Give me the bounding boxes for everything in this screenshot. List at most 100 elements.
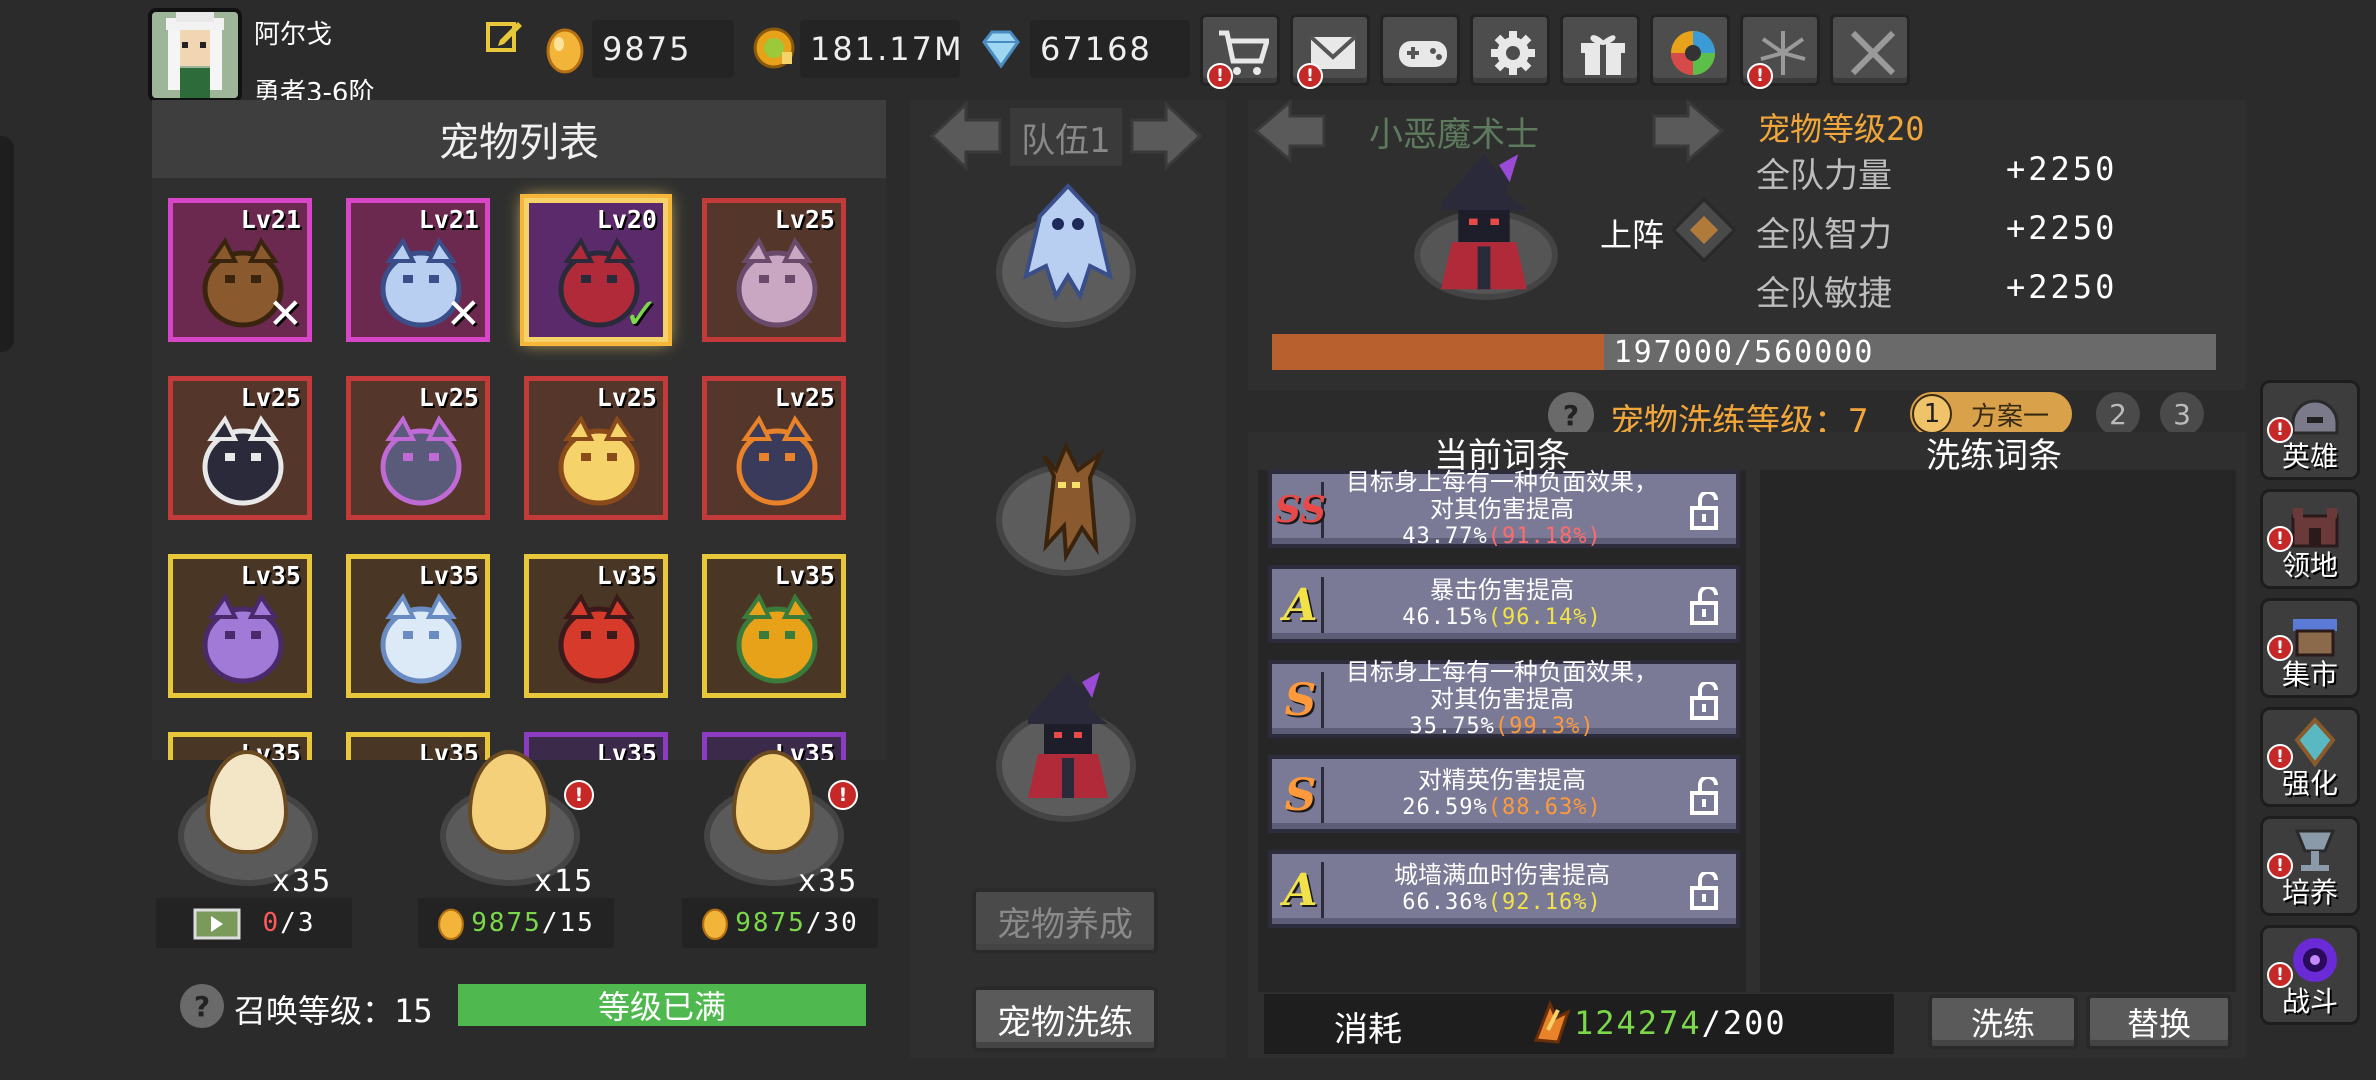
entry-text: 对精英伤害提高 26.59%(88.63%) bbox=[1330, 759, 1674, 829]
side-nav-helmet[interactable]: ! 英雄 bbox=[2260, 380, 2360, 480]
unlock-icon[interactable] bbox=[1688, 777, 1724, 815]
team-title: 队伍1 bbox=[1010, 108, 1122, 166]
pet-slot[interactable]: Lv35 bbox=[524, 732, 668, 760]
pet-slot[interactable]: Lv35 bbox=[702, 554, 846, 698]
refine-entry[interactable]: A 城墙满血时伤害提高 66.36%(92.16%) bbox=[1268, 850, 1740, 928]
pet-refine-tab-button[interactable]: 宠物洗练 bbox=[972, 986, 1158, 1052]
gamepad-button[interactable] bbox=[1380, 14, 1460, 86]
pet-upgrade-button[interactable]: 宠物养成 bbox=[972, 888, 1158, 954]
pet-slot[interactable]: Lv35 bbox=[346, 554, 490, 698]
summon-level-value: 15 bbox=[394, 992, 433, 1030]
entry-value: 46.15%(96.14%) bbox=[1402, 605, 1602, 630]
pet-level: Lv20 bbox=[596, 205, 657, 234]
entry-text: 目标身上每有一种负面效果， 对其伤害提高 43.77%(91.18%) bbox=[1330, 468, 1674, 549]
cost-amount: 124274/200 bbox=[1574, 1004, 1787, 1042]
pet-level: Lv35 bbox=[240, 561, 301, 590]
pet-level: Lv35 bbox=[596, 739, 657, 760]
treant-icon bbox=[1042, 441, 1105, 563]
side-nav-castle[interactable]: ! 领地 bbox=[2260, 489, 2360, 589]
plan-tab-2[interactable]: 2 bbox=[2096, 392, 2140, 436]
side-nav-chalice[interactable]: ! 培养 bbox=[2260, 816, 2360, 916]
deployed-check-icon: ✓ bbox=[623, 289, 659, 338]
detail-next-arrow-icon[interactable] bbox=[1648, 96, 1728, 166]
edit-icon[interactable] bbox=[484, 16, 524, 56]
crossed-swords-icon bbox=[1850, 30, 1896, 76]
side-nav-label: 战斗 bbox=[2281, 985, 2338, 1018]
unlock-icon[interactable] bbox=[1688, 872, 1724, 910]
unlock-icon[interactable] bbox=[1688, 492, 1724, 530]
side-nav-portal[interactable]: ! 战斗 bbox=[2260, 925, 2360, 1025]
gem-amount: 67168 bbox=[1030, 20, 1190, 78]
shop-button[interactable]: ! bbox=[1200, 14, 1280, 89]
team-prev-arrow-icon[interactable] bbox=[926, 98, 1006, 174]
refine-entry[interactable]: S 目标身上每有一种负面效果， 对其伤害提高 35.75%(99.3%) bbox=[1268, 658, 1740, 739]
refine-entry[interactable]: A 暴击伤害提高 46.15%(96.14%) bbox=[1268, 565, 1740, 643]
imp-magician-icon bbox=[1028, 672, 1108, 798]
settings-button[interactable] bbox=[1470, 14, 1550, 86]
new-entries-list bbox=[1760, 470, 2236, 992]
gear-icon bbox=[1491, 31, 1535, 75]
pet-grid[interactable]: Lv21 ✕ Lv21 ✕ Lv20 ✓ Lv25 Lv25 Lv25 Lv25 Lv25 Lv35 L… bbox=[152, 178, 886, 760]
unlock-icon[interactable] bbox=[1688, 587, 1724, 625]
bat-icon bbox=[736, 237, 818, 328]
pet-slot[interactable]: Lv21 ✕ bbox=[346, 198, 490, 342]
detail-prev-arrow-icon[interactable] bbox=[1250, 96, 1330, 166]
pet-slot[interactable]: Lv25 bbox=[702, 198, 846, 342]
detail-imp-magician-icon bbox=[1441, 154, 1527, 290]
pet-slot[interactable]: Lv21 ✕ bbox=[168, 198, 312, 342]
dark-bat-icon bbox=[736, 415, 818, 506]
refine-button[interactable]: 洗练 bbox=[1928, 994, 2078, 1050]
exp-bar: 197000/560000 bbox=[1272, 334, 2216, 370]
pet-slot[interactable]: Lv35 bbox=[168, 554, 312, 698]
refine-entry[interactable]: S 对精英伤害提高 26.59%(88.63%) bbox=[1268, 755, 1740, 833]
pet-level: Lv21 bbox=[418, 205, 479, 234]
egg-cost: 9875/30 bbox=[682, 898, 878, 948]
left-edge-handle[interactable] bbox=[0, 136, 14, 352]
gold-egg-icon bbox=[438, 908, 465, 941]
replace-button[interactable]: 替换 bbox=[2086, 994, 2232, 1050]
player-avatar[interactable] bbox=[148, 8, 242, 102]
summon-help-icon[interactable]: ? bbox=[180, 984, 224, 1028]
exp-text: 197000/560000 bbox=[1613, 334, 1875, 370]
not-deployed-x-icon: ✕ bbox=[445, 289, 481, 338]
cost-label: 消耗 bbox=[1334, 1010, 1402, 1050]
side-nav-crystal[interactable]: ! 强化 bbox=[2260, 707, 2360, 807]
ice-wolf-icon bbox=[380, 593, 462, 684]
aperture-button[interactable] bbox=[1650, 14, 1730, 86]
coin-icon bbox=[753, 27, 795, 69]
stat-value: +2250 bbox=[2006, 150, 2118, 188]
pet-slot[interactable]: Lv25 bbox=[524, 376, 668, 520]
pet-slot[interactable]: Lv35 bbox=[346, 732, 490, 760]
team-next-arrow-icon[interactable] bbox=[1126, 98, 1206, 174]
battle-button[interactable] bbox=[1830, 14, 1910, 86]
scorpion-icon bbox=[202, 593, 284, 684]
summon-level-label: 召唤等级：15 bbox=[234, 992, 433, 1030]
cost-need: /15 bbox=[541, 908, 595, 938]
pet-slot[interactable]: Lv25 bbox=[346, 376, 490, 520]
flower-turtle-icon bbox=[736, 593, 818, 684]
mail-button[interactable]: ! bbox=[1290, 14, 1370, 89]
entry-text: 暴击伤害提高 46.15%(96.14%) bbox=[1330, 569, 1674, 639]
gift-button[interactable] bbox=[1560, 14, 1640, 86]
fireworks-button[interactable]: ! bbox=[1740, 14, 1820, 89]
pet-level: Lv25 bbox=[596, 383, 657, 412]
plan-tab-3[interactable]: 3 bbox=[2160, 392, 2204, 436]
deploy-toggle-diamond bbox=[1689, 215, 1719, 245]
pet-slot[interactable]: Lv20 ✓ bbox=[524, 198, 668, 342]
side-nav-label: 英雄 bbox=[2281, 440, 2338, 473]
side-nav-market[interactable]: ! 集市 bbox=[2260, 598, 2360, 698]
player-name: 阿尔戈 bbox=[254, 20, 333, 50]
ice-spirit-icon bbox=[1023, 183, 1113, 301]
grade-badge: S bbox=[1280, 672, 1324, 728]
pet-list-title: 宠物列表 bbox=[439, 120, 599, 166]
pet-slot[interactable]: Lv25 bbox=[702, 376, 846, 520]
pet-level: Lv25 bbox=[240, 383, 301, 412]
summon-level-bar: 等级已满 bbox=[458, 984, 866, 1026]
entry-text: 城墙满血时伤害提高 66.36%(92.16%) bbox=[1330, 854, 1674, 924]
pet-list-panel: 宠物列表 Lv21 ✕ Lv21 ✕ Lv20 ✓ Lv25 Lv25 Lv25 Lv25 Lv25… bbox=[152, 100, 886, 760]
refine-entry[interactable]: SS 目标身上每有一种负面效果， 对其伤害提高 43.77%(91.18%) bbox=[1268, 468, 1740, 549]
stat-label: 全队智力 bbox=[1756, 215, 1892, 255]
pet-slot[interactable]: Lv25 bbox=[168, 376, 312, 520]
unlock-icon[interactable] bbox=[1688, 682, 1724, 720]
pet-slot[interactable]: Lv35 bbox=[524, 554, 668, 698]
